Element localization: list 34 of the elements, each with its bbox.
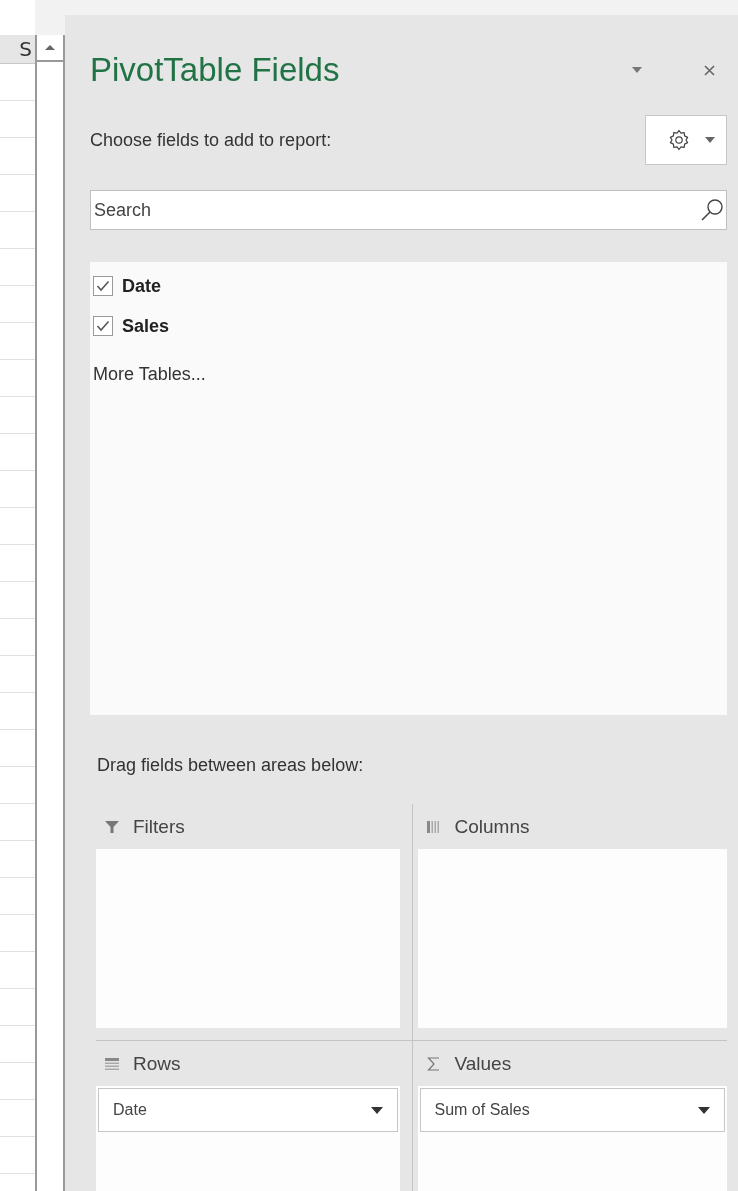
field-dropdown[interactable]: Date	[98, 1088, 398, 1132]
panel-title: PivotTable Fields	[90, 51, 341, 89]
area-label: Columns	[454, 815, 530, 838]
caret-icon	[698, 1106, 710, 1114]
panel-subtitle: Choose fields to add to report:	[90, 129, 332, 151]
column-header: S	[19, 37, 32, 61]
drop-area[interactable]: Sum of Sales	[417, 1086, 727, 1191]
caret-icon[interactable]	[632, 67, 642, 73]
check-icon	[96, 280, 110, 292]
sigma-icon	[426, 1056, 441, 1071]
checkbox[interactable]	[93, 316, 113, 336]
more-tables-link[interactable]: More Tables...	[93, 364, 206, 385]
checkbox[interactable]	[93, 276, 113, 296]
settings-icon	[667, 128, 691, 152]
filter-icon	[105, 819, 119, 834]
drop-area[interactable]: Date	[96, 1086, 400, 1191]
close-icon[interactable]	[704, 64, 715, 76]
up-arrow-icon	[44, 44, 56, 51]
area-label: Filters	[133, 815, 185, 838]
search-field[interactable]: Search	[90, 190, 727, 230]
area-label: Rows	[133, 1052, 181, 1075]
rows-icon	[105, 1056, 119, 1071]
field-label[interactable]: Sales	[122, 315, 170, 337]
area-label: Values	[454, 1052, 512, 1075]
scrollbar[interactable]	[35, 35, 65, 1191]
check-icon	[96, 320, 110, 332]
search-icon	[700, 198, 724, 222]
settings-button[interactable]	[645, 115, 727, 165]
field-label[interactable]: Date	[122, 275, 161, 297]
areas-hint: Drag fields between areas below:	[96, 755, 365, 776]
field-dropdown[interactable]: Sum of Sales	[419, 1088, 725, 1132]
caret-icon	[705, 137, 715, 143]
caret-icon	[370, 1106, 383, 1114]
columns-icon	[426, 819, 441, 834]
